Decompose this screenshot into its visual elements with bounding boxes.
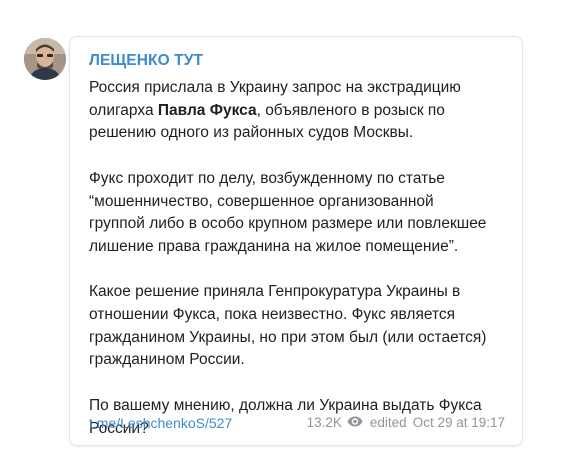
channel-name[interactable]: ЛЕЩЕНКО ТУТ	[89, 52, 203, 70]
message-line: Россия прислала в Украину запрос на экст…	[89, 77, 517, 100]
message-line: Фукс проходит по делу, возбужденному по …	[89, 168, 517, 191]
post-link[interactable]: t.me/LeshchenkoS/527	[89, 415, 232, 431]
message-line: отношении Фукса, пока неизвестно. Фукс я…	[89, 304, 517, 327]
avatar-photo	[24, 38, 66, 80]
view-count: 13.2K	[306, 415, 342, 430]
message-paragraph: Фукс проходит по делу, возбужденному по …	[89, 168, 517, 259]
message-line: лишение права гражданина на жилое помеще…	[89, 236, 517, 259]
text-segment: группой либо в особо крупном размере или…	[89, 215, 487, 233]
text-segment: “мошенничество, совершенное организованн…	[89, 192, 434, 210]
message-text: Россия прислала в Украину запрос на экст…	[89, 77, 517, 440]
channel-avatar[interactable]	[24, 38, 66, 80]
message-paragraph: Россия прислала в Украину запрос на экст…	[89, 77, 517, 145]
bold-name: Павла Фукса	[157, 101, 257, 119]
message-line: Какое решение приняла Генпрокуратура Укр…	[89, 281, 517, 304]
edited-label: edited	[369, 415, 407, 430]
message-line: олигарха Павла Фукса, объявленого в розы…	[89, 100, 517, 123]
message-line: группой либо в особо крупном размере или…	[89, 213, 517, 236]
text-segment: По вашему мнению, должна ли Украина выда…	[89, 396, 482, 414]
message-line: гражданином Украины, но при этом был (ил…	[89, 327, 517, 350]
text-segment: Какое решение приняла Генпрокуратура Укр…	[89, 283, 461, 301]
message-line: “мошенничество, совершенное организованн…	[89, 191, 517, 214]
message-line: гражданином России.	[89, 349, 517, 372]
text-segment: , объявленого в розыск по	[256, 101, 445, 119]
message-bubble: ЛЕЩЕНКО ТУТ Россия прислала в Украину за…	[69, 36, 523, 446]
message-line: решению одного из районных судов Москвы.	[89, 122, 517, 145]
text-segment: олигарха	[89, 101, 158, 119]
message-date: Oct 29 at 19:17	[412, 415, 505, 430]
message-paragraph: Какое решение приняла Генпрокуратура Укр…	[89, 281, 517, 372]
text-segment: Фукс проходит по делу, возбужденному по …	[89, 169, 445, 187]
text-segment: Россия прислала в Украину запрос на экст…	[89, 79, 461, 96]
text-segment: лишение права гражданина на жилое помеще…	[89, 237, 459, 255]
text-segment: гражданином России.	[89, 351, 245, 369]
message-meta: 13.2K edited Oct 29 at 19:17	[307, 415, 505, 430]
text-segment: решению одного из районных судов Москвы.	[89, 124, 414, 142]
text-segment: гражданином Украины, но при этом был (ил…	[89, 328, 487, 346]
text-segment: отношении Фукса, пока неизвестно. Фукс я…	[89, 306, 456, 323]
eye-icon	[347, 415, 363, 430]
